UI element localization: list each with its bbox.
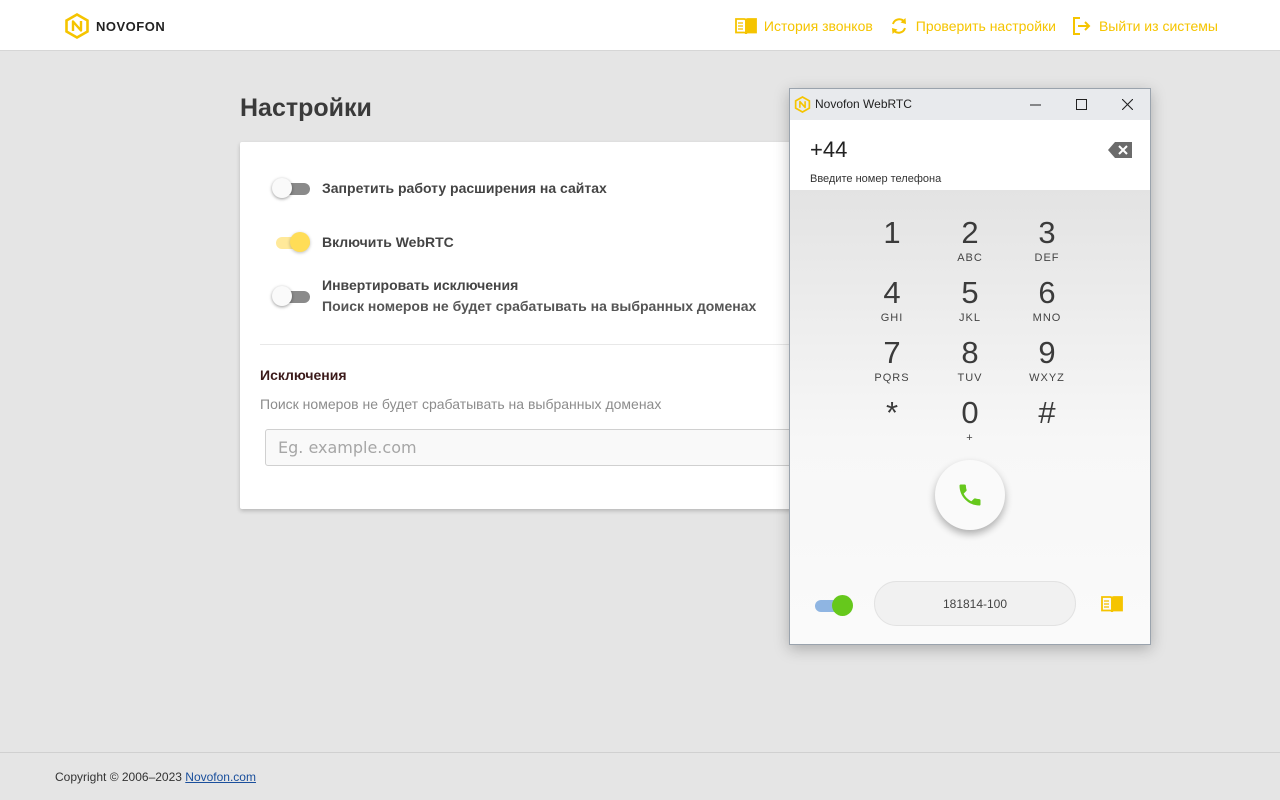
exceptions-title: Исключения [260, 367, 347, 383]
copyright: Copyright © 2006–2023 Novofon.com [55, 770, 256, 784]
contacts-book-icon[interactable] [1100, 595, 1124, 613]
close-icon [1121, 99, 1133, 110]
brand-name: NOVOFON [96, 18, 166, 34]
maximize-button[interactable] [1058, 89, 1104, 120]
novofon-app-icon [794, 96, 811, 113]
key-star[interactable]: * [857, 396, 927, 452]
block-sites-label: Запретить работу расширения на сайтах [322, 180, 607, 196]
phone-number-hint: Введите номер телефона [810, 173, 942, 185]
domain-input[interactable] [265, 429, 825, 466]
key-8[interactable]: 8 TUV [935, 336, 1005, 392]
number-display: +44 Введите номер телефона [790, 120, 1150, 190]
line-selector[interactable]: 181814-100 [874, 581, 1076, 626]
invert-label: Инвертировать исключения [322, 277, 519, 293]
key-4[interactable]: 4 GHI [857, 276, 927, 332]
line-toggle[interactable] [815, 595, 853, 617]
block-sites-switch[interactable] [272, 178, 310, 200]
toggle-row-invert: Инвертировать исключения Поиск номеров н… [272, 275, 756, 316]
key-6[interactable]: 6 MNO [1012, 276, 1082, 332]
nav-logout-label: Выйти из системы [1098, 17, 1218, 34]
key-0[interactable]: 0 + [935, 396, 1005, 452]
settings-card: Запретить работу расширения на сайтах Вк… [240, 142, 840, 509]
page-footer: Copyright © 2006–2023 Novofon.com [0, 752, 1280, 800]
logout-icon [1072, 16, 1091, 35]
nav-call-history[interactable]: История звонков [734, 17, 873, 35]
minimize-icon [1029, 104, 1041, 106]
top-header: NOVOFON История звонков Проверить настро… [0, 0, 1280, 51]
toggle-row-webrtc: Включить WebRTC [272, 232, 454, 254]
toggle-row-block-sites: Запретить работу расширения на сайтах [272, 178, 607, 200]
nav-check-settings[interactable]: Проверить настройки [889, 16, 1056, 36]
minimize-button[interactable] [1012, 89, 1058, 120]
refresh-icon [891, 17, 906, 34]
invert-switch[interactable] [272, 286, 310, 308]
key-5[interactable]: 5 JKL [935, 276, 1005, 332]
page-title: Настройки [240, 94, 372, 122]
window-titlebar[interactable]: Novofon WebRTC [790, 89, 1150, 120]
copyright-text: Copyright © 2006–2023 [55, 770, 182, 784]
key-2[interactable]: 2 ABC [935, 216, 1005, 272]
divider [260, 344, 820, 345]
nav-logout[interactable]: Выйти из системы [1072, 16, 1218, 36]
dialpad: 1 2 ABC 3 DEF 4 GHI 5 JKL 6 MNO 7 PQRS 8 TUV 9W… [790, 190, 1150, 644]
exceptions-description: Поиск номеров не будет срабатывать на вы… [260, 396, 662, 412]
book-icon [734, 17, 757, 34]
novofon-logo[interactable]: NOVOFON [64, 13, 165, 39]
key-9[interactable]: 9 WXYZ [1012, 336, 1082, 392]
key-1[interactable]: 1 [857, 216, 927, 272]
call-button[interactable] [935, 460, 1005, 530]
footer-link[interactable]: Novofon.com [185, 770, 256, 784]
webrtc-window: Novofon WebRTC +44 Введите номер телефон… [789, 88, 1151, 645]
key-7[interactable]: 7 PQRS [857, 336, 927, 392]
webrtc-switch[interactable] [272, 232, 310, 254]
maximize-icon [1075, 99, 1087, 110]
webrtc-label: Включить WebRTC [322, 234, 454, 250]
nav-check-settings-label: Проверить настройки [915, 17, 1056, 34]
backspace-icon[interactable] [1108, 141, 1133, 159]
novofon-logo-icon [65, 13, 89, 39]
header-nav: История звонков Проверить настройки Выйт… [719, 0, 1218, 51]
phone-number-value[interactable]: +44 [810, 137, 847, 163]
window-title: Novofon WebRTC [815, 97, 912, 111]
phone-icon [959, 484, 981, 506]
close-button[interactable] [1104, 89, 1150, 120]
key-hash[interactable]: # [1012, 396, 1082, 452]
key-3[interactable]: 3 DEF [1012, 216, 1082, 272]
nav-call-history-label: История звонков [763, 17, 873, 34]
invert-sublabel: Поиск номеров не будет срабатывать на вы… [322, 298, 757, 314]
